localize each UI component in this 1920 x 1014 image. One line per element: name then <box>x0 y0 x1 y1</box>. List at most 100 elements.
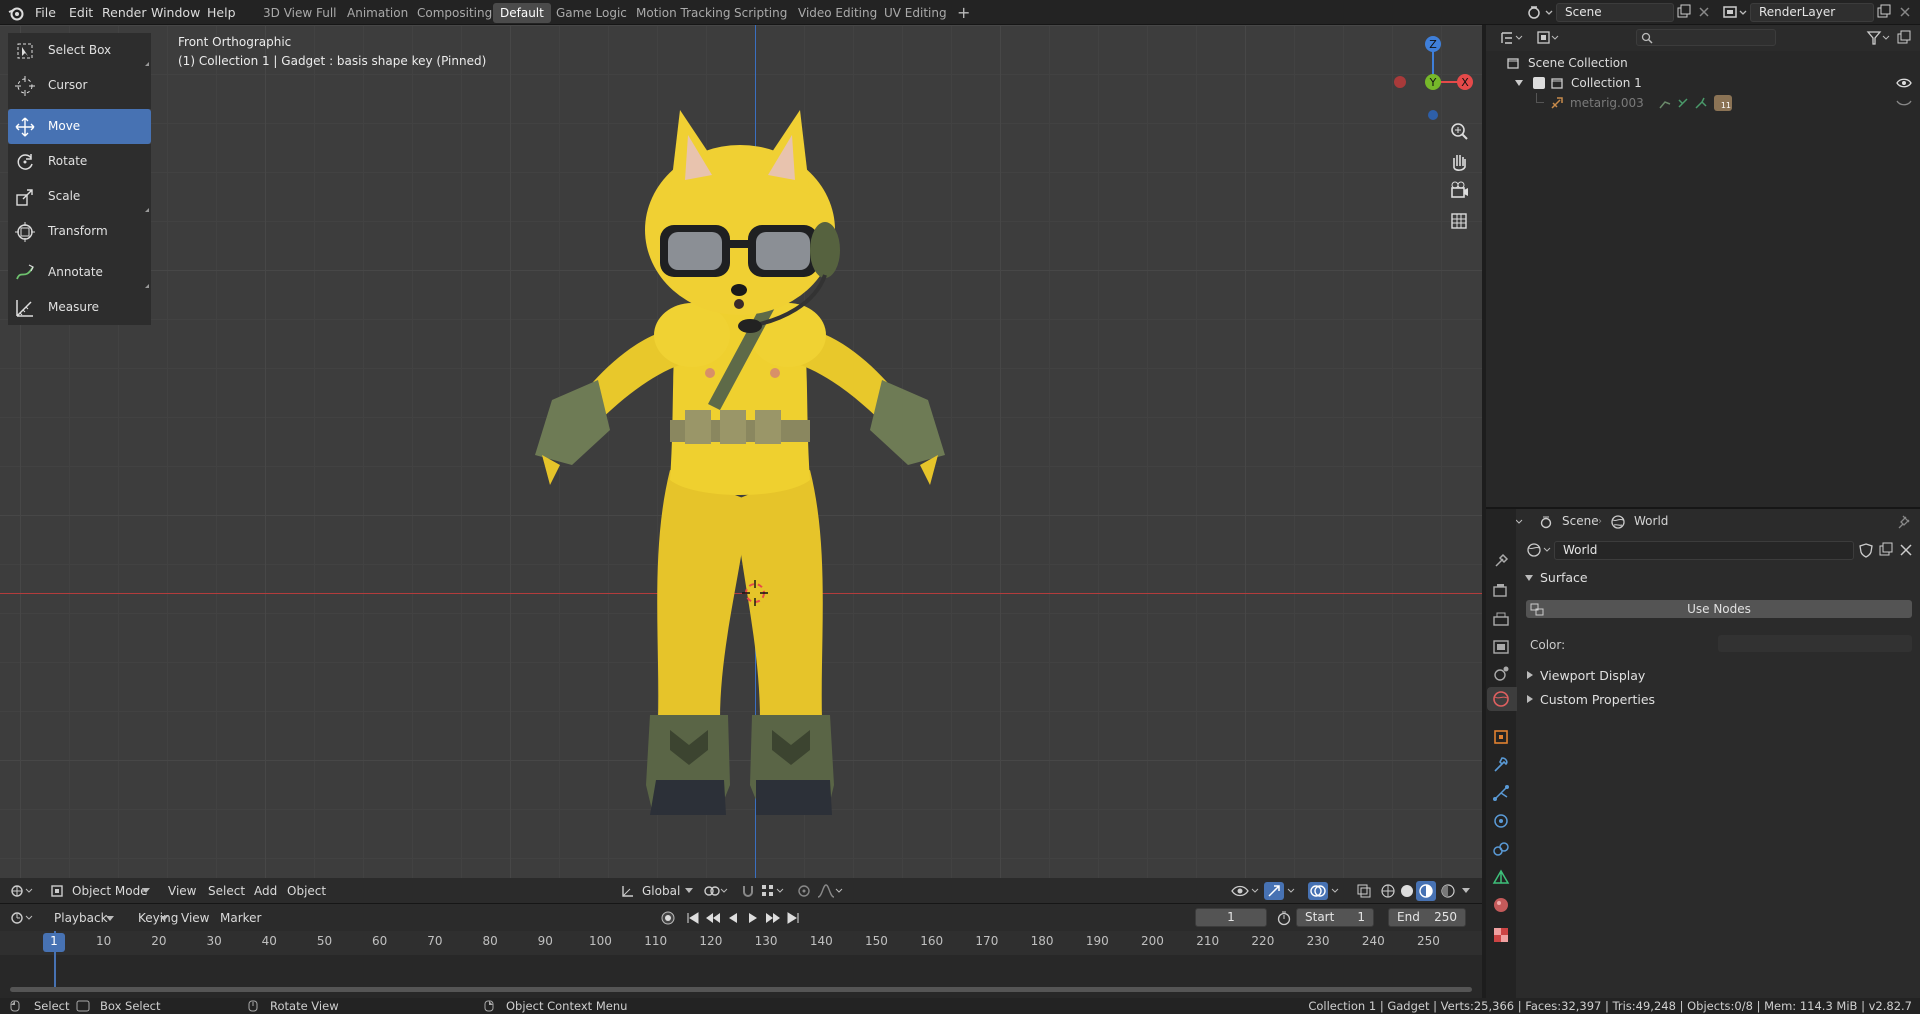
tab-default[interactable]: Default <box>493 3 551 23</box>
tab-3d-view-full[interactable]: 3D View Full <box>256 3 344 23</box>
custom-properties-panel-header[interactable]: Custom Properties <box>1518 689 1920 711</box>
next-keyframe-icon[interactable] <box>764 910 782 926</box>
render-tab-icon[interactable] <box>1491 581 1511 601</box>
world-datablock-icon[interactable] <box>1526 541 1556 559</box>
gizmo-toggle-icon[interactable] <box>1264 882 1296 900</box>
play-icon[interactable] <box>746 910 760 926</box>
timeline-scrollbar[interactable] <box>10 987 1472 992</box>
menu-keying[interactable]: Keying <box>134 908 182 928</box>
tool-select-box[interactable]: Select Box <box>8 33 151 68</box>
display-mode-icon[interactable] <box>1536 30 1562 46</box>
snap-target-icon[interactable] <box>760 883 786 899</box>
visibility-filter-icon[interactable] <box>1230 883 1260 899</box>
context-scene-label[interactable]: Scene <box>1562 514 1599 528</box>
scene-icon[interactable] <box>1526 4 1554 20</box>
menu-playback[interactable]: Playback <box>50 908 112 928</box>
pivot-icon[interactable] <box>703 883 729 899</box>
rendered-shading-icon[interactable] <box>1440 883 1456 899</box>
pin-icon[interactable] <box>1898 514 1912 530</box>
falloff-icon[interactable] <box>816 883 844 899</box>
add-workspace-icon[interactable]: + <box>950 3 977 23</box>
render-layer-field[interactable]: RenderLayer <box>1750 3 1874 22</box>
tab-uv-editing[interactable]: UV Editing <box>877 3 954 23</box>
outliner-row-metarig[interactable]: metarig.003 11 <box>1486 93 1920 113</box>
tab-game-logic[interactable]: Game Logic <box>549 3 634 23</box>
menu-window[interactable]: Window <box>151 0 200 25</box>
menu-select[interactable]: Select <box>204 881 249 901</box>
outliner-search-input[interactable] <box>1636 29 1776 46</box>
world-name-field[interactable]: World <box>1554 541 1854 560</box>
close-scene-icon[interactable] <box>1697 4 1711 20</box>
object-data-tab-icon[interactable] <box>1491 867 1511 887</box>
perspective-toggle-button[interactable] <box>1446 208 1472 234</box>
wireframe-shading-icon[interactable] <box>1380 883 1396 899</box>
new-render-layer-icon[interactable] <box>1876 4 1892 20</box>
menu-add[interactable]: Add <box>250 881 281 901</box>
filter-icon[interactable] <box>1866 30 1892 46</box>
scene-tab-icon[interactable] <box>1491 664 1511 684</box>
eye-icon[interactable] <box>1896 77 1912 89</box>
solid-shading-icon[interactable] <box>1399 883 1415 899</box>
exclude-checkbox[interactable] <box>1533 77 1545 89</box>
camera-view-button[interactable] <box>1446 178 1472 204</box>
jump-start-icon[interactable] <box>686 910 700 926</box>
tab-animation[interactable]: Animation <box>340 3 415 23</box>
prev-keyframe-icon[interactable] <box>704 910 722 926</box>
frame-ruler[interactable]: 1 10 20 30 40 50 60 70 80 90 100 110 120 130 140 150 160… <box>0 931 1482 955</box>
3d-viewport[interactable]: Select Box Cursor Move Rotate Scale Tran… <box>0 25 1482 903</box>
tool-rotate[interactable]: Rotate <box>8 144 151 179</box>
texture-tab-icon[interactable] <box>1491 925 1511 945</box>
surface-panel-header[interactable]: Surface <box>1518 567 1920 589</box>
menu-edit[interactable]: Edit <box>69 0 93 25</box>
tool-measure[interactable]: Measure <box>8 290 151 325</box>
particles-tab-icon[interactable] <box>1491 783 1511 803</box>
proportional-edit-icon[interactable] <box>796 883 812 899</box>
xray-toggle-icon[interactable] <box>1356 883 1372 899</box>
timeline-track-area[interactable] <box>0 931 1482 998</box>
context-world-label[interactable]: World <box>1634 514 1668 528</box>
modifier-tab-icon[interactable] <box>1491 755 1511 775</box>
current-frame-field[interactable]: 1 <box>1195 908 1267 927</box>
3d-cursor-icon[interactable] <box>740 578 770 608</box>
snap-icon[interactable] <box>740 883 756 899</box>
shading-options-chevron-icon[interactable] <box>1462 888 1470 893</box>
character-model[interactable] <box>480 80 1040 880</box>
material-tab-icon[interactable] <box>1491 895 1511 915</box>
overlays-toggle-icon[interactable] <box>1308 882 1340 900</box>
menu-help[interactable]: Help <box>207 0 236 25</box>
outliner-row-collection-1[interactable]: Collection 1 <box>1486 73 1920 93</box>
render-layer-icon[interactable] <box>1722 4 1750 20</box>
play-reverse-icon[interactable] <box>726 910 740 926</box>
new-world-icon[interactable] <box>1878 542 1894 558</box>
children-badge[interactable]: 11 <box>1714 95 1732 111</box>
unlink-world-icon[interactable] <box>1898 542 1914 558</box>
stopwatch-icon[interactable] <box>1276 910 1292 926</box>
tool-transform[interactable]: Transform <box>8 214 151 249</box>
frame-end-field[interactable]: End 250 <box>1388 908 1466 927</box>
use-nodes-button[interactable]: Use Nodes <box>1526 600 1912 618</box>
tab-motion-tracking[interactable]: Motion Tracking <box>629 3 737 23</box>
menu-view[interactable]: View <box>164 881 200 901</box>
blender-logo-icon[interactable] <box>8 5 24 21</box>
menu-timeline-view[interactable]: View <box>177 908 213 928</box>
record-icon[interactable] <box>660 910 676 926</box>
tool-move[interactable]: Move <box>8 109 151 144</box>
object-tab-icon[interactable] <box>1491 727 1511 747</box>
new-collection-icon[interactable] <box>1896 30 1912 46</box>
eye-closed-icon[interactable] <box>1896 97 1912 109</box>
menu-object[interactable]: Object <box>283 881 330 901</box>
constraints-tab-icon[interactable] <box>1491 839 1511 859</box>
fake-user-shield-icon[interactable] <box>1858 542 1874 558</box>
menu-file[interactable]: File <box>35 0 56 25</box>
navigation-gizmo[interactable]: Z Y X <box>1390 30 1480 120</box>
jump-end-icon[interactable] <box>786 910 800 926</box>
viewport-display-panel-header[interactable]: Viewport Display <box>1518 665 1920 687</box>
pan-button[interactable] <box>1446 148 1472 174</box>
tool-scale[interactable]: Scale <box>8 179 151 214</box>
output-tab-icon[interactable] <box>1491 609 1511 629</box>
disclosure-triangle-icon[interactable] <box>1515 80 1523 86</box>
object-mode-dropdown[interactable]: Object Mode <box>68 881 152 901</box>
timeline-editor-type-icon[interactable] <box>10 910 36 926</box>
tab-video-editing[interactable]: Video Editing <box>791 3 884 23</box>
world-tab-icon[interactable] <box>1491 689 1511 709</box>
